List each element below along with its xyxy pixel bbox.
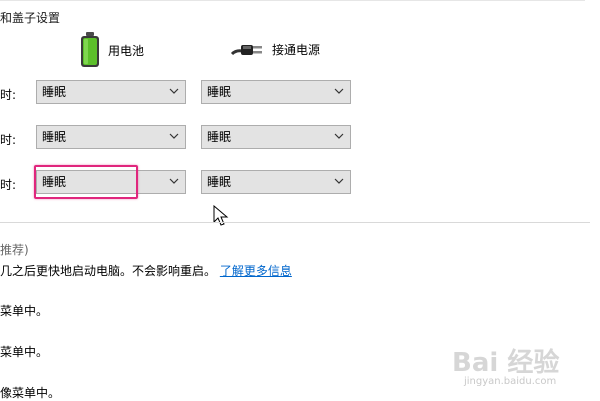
chevron-down-icon bbox=[334, 133, 344, 139]
option-text-1: 菜单中。 bbox=[0, 304, 49, 318]
chevron-down-icon bbox=[334, 178, 344, 184]
dropdown-value: 睡眠 bbox=[42, 130, 67, 144]
chevron-down-icon bbox=[169, 178, 179, 184]
battery-dropdown-1[interactable]: 睡眠 bbox=[36, 80, 186, 104]
mouse-cursor-icon bbox=[213, 205, 229, 226]
plugged-dropdown-1[interactable]: 睡眠 bbox=[201, 80, 351, 104]
battery-column-header: 用电池 bbox=[80, 32, 144, 68]
section-divider bbox=[0, 222, 590, 223]
power-plug-icon bbox=[230, 45, 262, 56]
dropdown-value: 睡眠 bbox=[207, 130, 232, 144]
plugged-dropdown-2[interactable]: 睡眠 bbox=[201, 125, 351, 149]
chevron-down-icon bbox=[169, 88, 179, 94]
highlight-box bbox=[34, 165, 138, 199]
dropdown-value: 睡眠 bbox=[207, 85, 232, 99]
watermark-logo: Bai 经验 bbox=[452, 348, 560, 378]
plugged-column-label: 接通电源 bbox=[272, 42, 321, 57]
learn-more-link[interactable]: 了解更多信息 bbox=[220, 264, 292, 278]
dropdown-value: 睡眠 bbox=[42, 85, 67, 99]
watermark-url: jingyan.baidu.com bbox=[464, 376, 557, 387]
dropdown-value: 睡眠 bbox=[207, 175, 232, 189]
option-text-2: 菜单中。 bbox=[0, 345, 49, 359]
row-label-2: 时: bbox=[0, 133, 17, 147]
row-label-3: 时: bbox=[0, 178, 17, 192]
fast-startup-title: 推荐) bbox=[0, 243, 29, 257]
option-text-3: 像菜单中。 bbox=[0, 386, 61, 400]
chevron-down-icon bbox=[334, 88, 344, 94]
battery-icon bbox=[81, 32, 99, 67]
section-title: 和盖子设置 bbox=[0, 11, 61, 25]
battery-dropdown-2[interactable]: 睡眠 bbox=[36, 125, 186, 149]
plugged-column-header: 接通电源 bbox=[230, 38, 320, 60]
top-divider bbox=[0, 0, 585, 1]
fast-startup-description: 几之后更快地启动电脑。不会影响重启。 bbox=[0, 264, 217, 278]
row-label-1: 时: bbox=[0, 88, 17, 102]
fast-startup-description-line: 几之后更快地启动电脑。不会影响重启。 了解更多信息 bbox=[0, 262, 292, 279]
plugged-dropdown-3[interactable]: 睡眠 bbox=[201, 170, 351, 194]
battery-column-label: 用电池 bbox=[108, 43, 145, 58]
chevron-down-icon bbox=[169, 133, 179, 139]
